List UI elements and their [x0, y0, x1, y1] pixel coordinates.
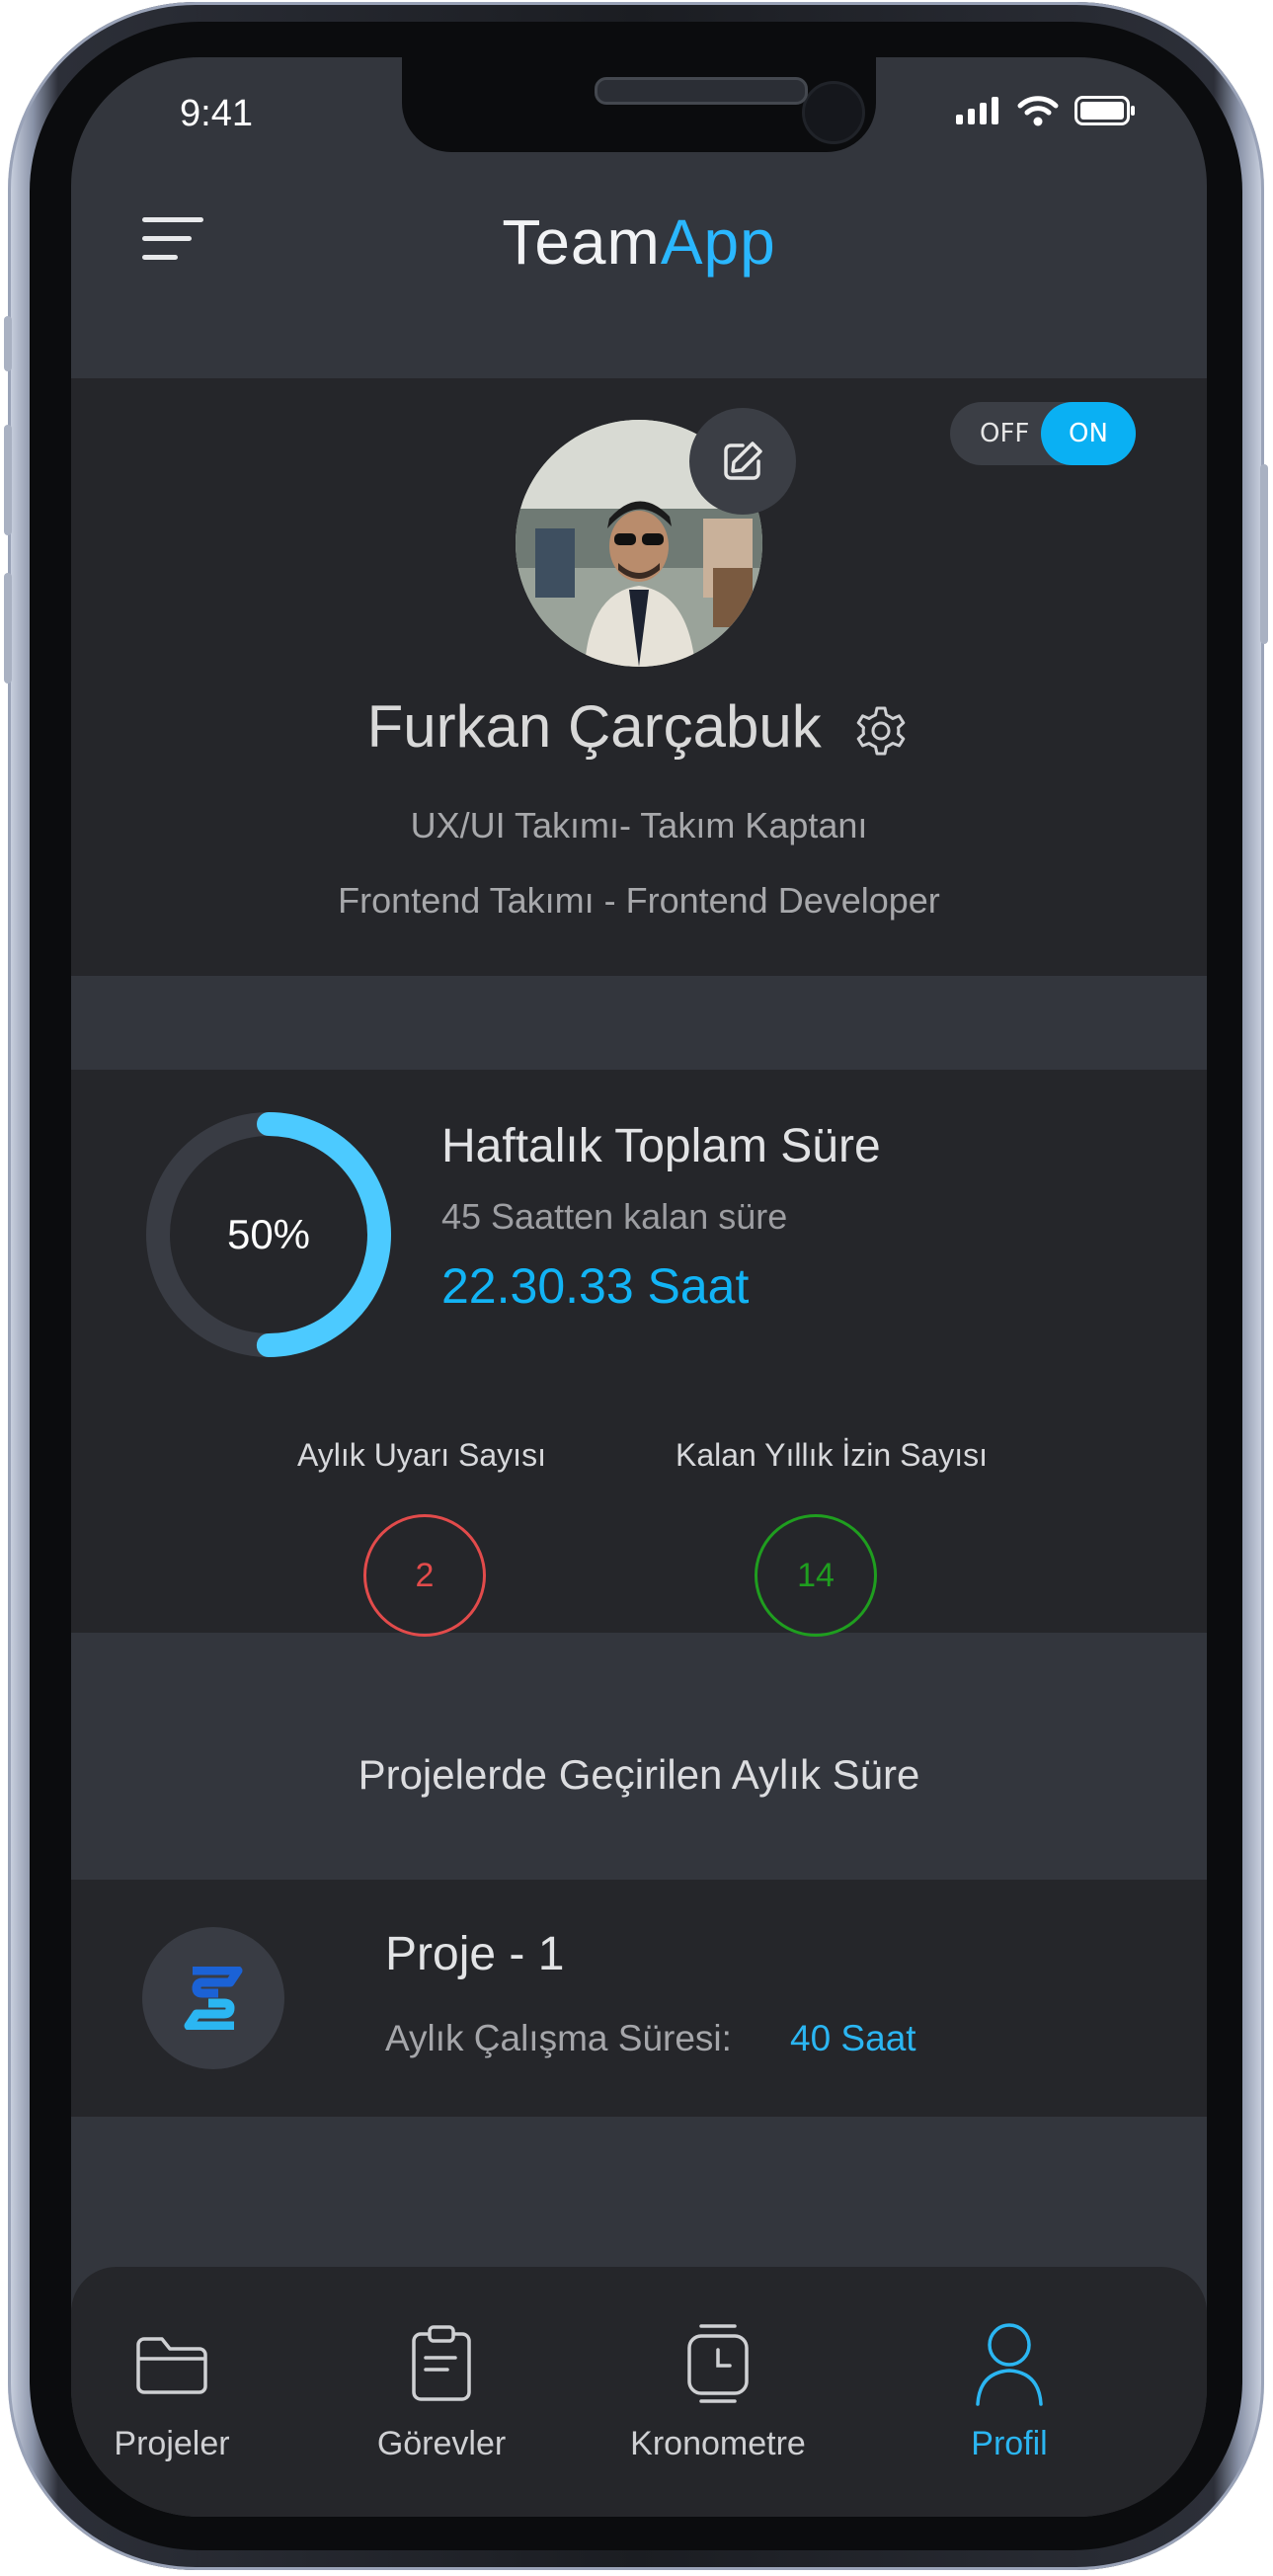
profile-name: Furkan Çarçabuk	[366, 693, 822, 760]
weekly-remaining-time: 22.30.33 Saat	[441, 1258, 750, 1314]
tab-kronometre[interactable]: Kronometre	[609, 2316, 827, 2463]
app-header: TeamApp	[71, 176, 1207, 304]
status-time: 9:41	[180, 93, 253, 134]
volume-up-button	[4, 425, 12, 535]
edit-icon	[724, 442, 762, 480]
signal-icon	[956, 97, 998, 124]
logo-app: App	[660, 206, 776, 278]
profile-role-2: Frontend Takımı - Frontend Developer	[338, 880, 940, 921]
leave-remaining-count: 14	[755, 1514, 877, 1637]
profile-name-row: Furkan Çarçabuk	[71, 692, 1207, 761]
wifi-icon	[1017, 96, 1059, 126]
weekly-title: Haftalık Toplam Süre	[441, 1120, 881, 1172]
tab-projeler[interactable]: Projeler	[71, 2316, 280, 2463]
clipboard-icon	[412, 2325, 471, 2401]
tab-label: Kronometre	[630, 2425, 806, 2462]
status-icons	[956, 95, 1136, 126]
app-logo: TeamApp	[71, 205, 1207, 279]
leave-remaining-label: Kalan Yıllık İzin Sayısı	[676, 1437, 988, 1473]
toggle-on-label: ON	[1041, 402, 1136, 465]
profile-role-1: UX/UI Takımı- Takım Kaptanı	[410, 805, 868, 845]
mute-switch	[4, 316, 12, 371]
folder-icon	[136, 2337, 207, 2394]
logo-team: Team	[502, 206, 661, 278]
front-camera	[802, 81, 865, 144]
volume-down-button	[4, 573, 12, 684]
gear-icon[interactable]	[851, 701, 911, 761]
battery-icon	[1074, 96, 1135, 125]
tab-label: Görevler	[376, 2425, 507, 2462]
project-time-value: 40 Saat	[790, 2018, 916, 2058]
user-icon	[976, 2323, 1043, 2406]
weekly-subtitle: 45 Saatten kalan süre	[441, 1196, 788, 1237]
projects-section-title: Projelerde Geçirilen Aylık Süre	[358, 1751, 920, 1798]
project-logo	[142, 1927, 284, 2069]
notch	[402, 57, 876, 152]
tab-label: Projeler	[114, 2425, 230, 2462]
app-screen: 9:41 TeamApp OFF ON Furkan Çarçabuk UX/U…	[71, 57, 1207, 2517]
tab-profil[interactable]: Profil	[901, 2316, 1118, 2463]
tab-label: Profil	[971, 2425, 1048, 2462]
project-card[interactable]: Proje - 1 Aylık Çalışma Süresi: 40 Saat	[71, 1880, 1207, 2117]
progress-percentage: 50%	[226, 1211, 311, 1257]
project-time-label: Aylık Çalışma Süresi:	[385, 2018, 732, 2058]
toggle-off-label: OFF	[980, 419, 1030, 448]
monthly-warnings-label: Aylık Uyarı Sayısı	[297, 1437, 546, 1473]
on-off-toggle[interactable]: OFF ON	[950, 402, 1136, 465]
power-button	[1260, 464, 1268, 644]
tab-gorevler[interactable]: Görevler	[333, 2316, 550, 2463]
speaker	[595, 77, 808, 105]
project-logo-icon	[184, 1967, 243, 2030]
monthly-warnings-count: 2	[363, 1514, 486, 1637]
weekly-stats-card: 50% Haftalık Toplam Süre 45 Saatten kala…	[71, 1070, 1207, 1637]
bottom-tab-bar: Projeler Görevler Kronometre Profil	[71, 2267, 1207, 2517]
edit-profile-button[interactable]	[689, 408, 796, 515]
project-name: Proje - 1	[385, 1928, 565, 1980]
profile-card: OFF ON Furkan Çarçabuk UX/UI Takımı- Tak…	[71, 378, 1207, 976]
stopwatch-icon	[687, 2324, 749, 2403]
